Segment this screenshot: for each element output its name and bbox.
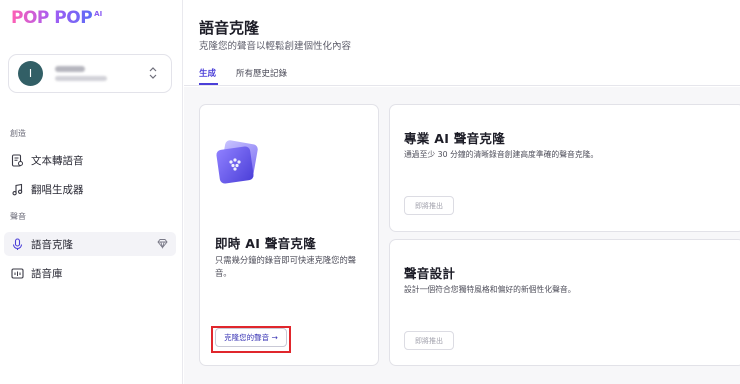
tab-generate[interactable]: 生成 [199, 67, 216, 79]
sidebar-item-label: 語音庫 [31, 267, 63, 280]
voice-library-icon [10, 266, 24, 280]
brand-ai-suffix: AI [94, 10, 103, 18]
section-label-create: 創造 [10, 129, 26, 138]
account-details-redacted [55, 66, 107, 81]
sidebar-item-label: 翻唱生成器 [31, 183, 84, 196]
instant-clone-card[interactable]: 即時 AI 聲音克隆 只需幾分鐘的錄音即可快速克隆您的聲音。 克隆您的聲音 → [199, 104, 379, 366]
sidebar-item-voice-clone[interactable]: 語音克隆 [4, 232, 176, 256]
avatar: I [18, 61, 43, 86]
clone-your-voice-button[interactable]: 克隆您的聲音 → [215, 328, 287, 347]
account-name-redacted [55, 66, 85, 72]
instant-clone-description: 只需幾分鐘的錄音即可快速克隆您的聲音。 [215, 255, 357, 278]
content-area: 即時 AI 聲音克隆 只需幾分鐘的錄音即可快速克隆您的聲音。 克隆您的聲音 → … [184, 87, 740, 384]
coming-soon-button[interactable]: 即將推出 [404, 331, 454, 350]
brand-wordmark: POP POP [11, 8, 93, 28]
voice-clone-feature-icon [216, 140, 258, 184]
instant-clone-title: 即時 AI 聲音克隆 [215, 236, 317, 251]
sidebar: POP POP AI I 創造 文本轉語音 翻唱生成器 聲音 語音克隆 語音庫 [0, 0, 183, 384]
active-tab-indicator [199, 83, 218, 85]
voice-design-card[interactable]: 聲音設計 設計一個符合您獨特風格和偏好的新個性化聲音。 即將推出 [389, 239, 740, 366]
music-note-icon [10, 182, 24, 196]
brand-logo[interactable]: POP POP AI [11, 8, 102, 28]
sidebar-item-voice-library[interactable]: 語音庫 [4, 261, 176, 285]
professional-clone-card[interactable]: 專業 AI 聲音克隆 通過至少 30 分鐘的清晰錄音創建高度準確的聲音克隆。 即… [389, 104, 740, 232]
tab-history[interactable]: 所有歷史記錄 [236, 67, 287, 79]
sidebar-item-cover-generator[interactable]: 翻唱生成器 [4, 177, 176, 201]
professional-clone-description: 通過至少 30 分鐘的清晰錄音創建高度準確的聲音克隆。 [404, 150, 599, 159]
voice-design-title: 聲音設計 [404, 266, 456, 281]
section-label-voice: 聲音 [10, 212, 26, 221]
page-subtitle: 克隆您的聲音以輕鬆創建個性化內容 [199, 41, 352, 52]
account-email-redacted [55, 76, 107, 81]
microphone-icon [10, 237, 24, 251]
sidebar-item-text-to-speech[interactable]: 文本轉語音 [4, 148, 176, 172]
voice-design-description: 設計一個符合您獨特風格和偏好的新個性化聲音。 [404, 285, 576, 294]
diamond-icon [157, 239, 168, 249]
main-area: 語音克隆 克隆您的聲音以輕鬆創建個性化內容 生成 所有歷史記錄 即時 AI 聲音… [184, 0, 740, 384]
page-header: 語音克隆 克隆您的聲音以輕鬆創建個性化內容 生成 所有歷史記錄 [184, 0, 740, 86]
sidebar-item-label: 語音克隆 [31, 238, 73, 251]
sidebar-item-label: 文本轉語音 [31, 154, 84, 167]
document-audio-icon [10, 153, 24, 167]
account-switcher[interactable]: I [8, 54, 172, 93]
page-title: 語音克隆 [199, 19, 260, 37]
chevron-up-down-icon [149, 67, 157, 79]
coming-soon-button[interactable]: 即將推出 [404, 196, 454, 215]
professional-clone-title: 專業 AI 聲音克隆 [404, 131, 506, 146]
